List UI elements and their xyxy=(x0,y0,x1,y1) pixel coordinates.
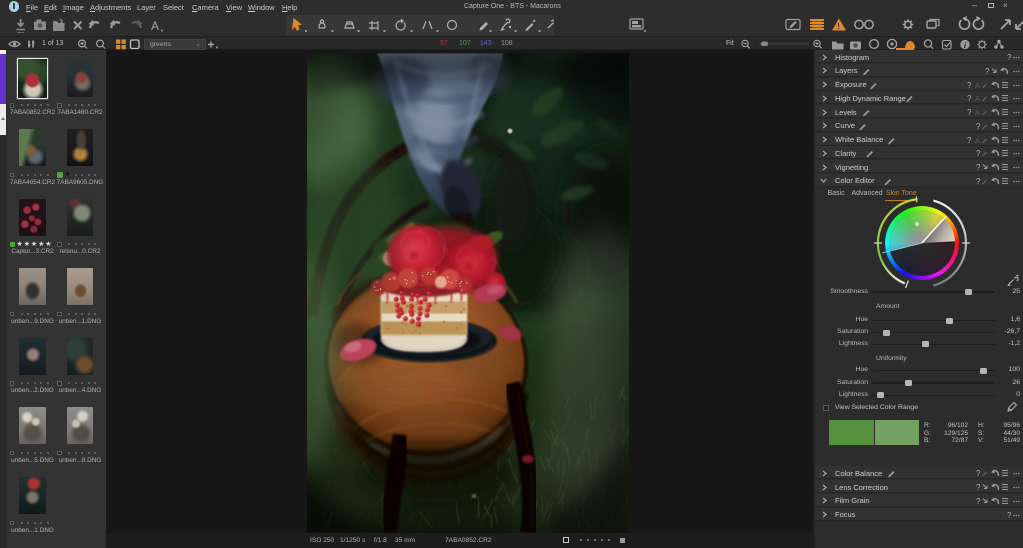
svg-text:A: A xyxy=(975,136,980,144)
svg-text:?: ? xyxy=(1007,511,1012,519)
svg-text:?: ? xyxy=(976,483,981,491)
svg-text:A: A xyxy=(151,19,159,33)
svg-text:?: ? xyxy=(976,122,981,130)
svg-text:?: ? xyxy=(985,67,990,75)
svg-text:A: A xyxy=(975,81,980,89)
svg-text:?: ? xyxy=(976,177,981,185)
svg-text:!: ! xyxy=(837,22,840,31)
svg-text:?: ? xyxy=(976,149,981,157)
svg-text:?: ? xyxy=(976,469,981,477)
svg-text:A: A xyxy=(975,108,980,116)
svg-text:?: ? xyxy=(976,163,981,171)
svg-text:?: ? xyxy=(967,108,972,116)
svg-text:?: ? xyxy=(1007,53,1012,61)
svg-text:?: ? xyxy=(967,136,972,144)
svg-text:?: ? xyxy=(967,81,972,89)
svg-text:?: ? xyxy=(967,94,972,102)
svg-text:A: A xyxy=(975,94,980,102)
svg-text:?: ? xyxy=(976,497,981,505)
